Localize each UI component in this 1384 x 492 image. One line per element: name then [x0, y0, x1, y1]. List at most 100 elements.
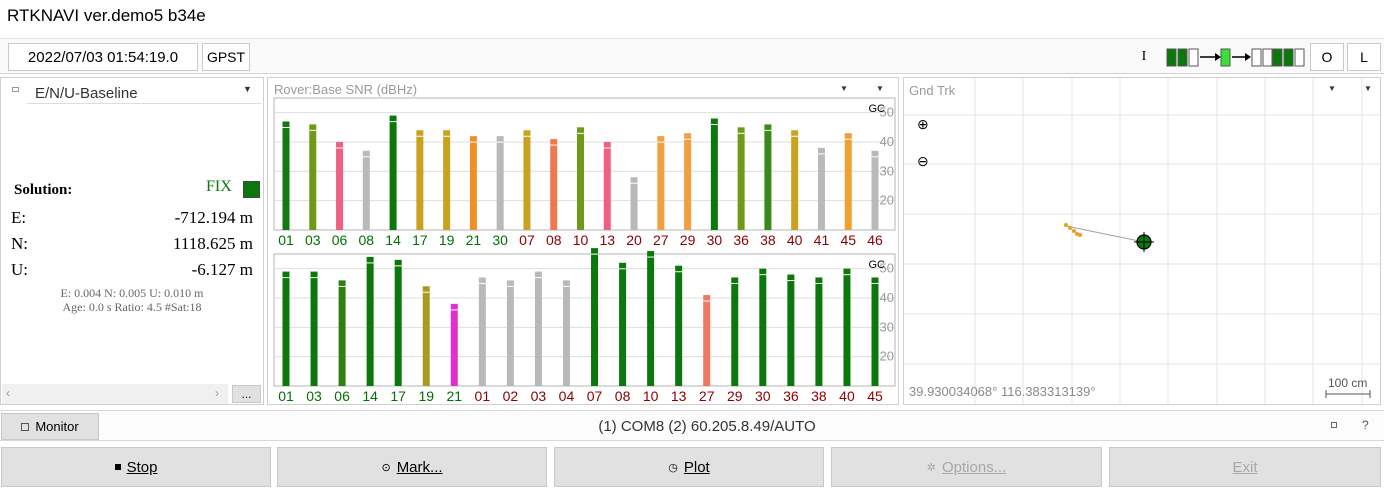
snr-bar	[562, 280, 570, 386]
snr-bar	[815, 277, 823, 386]
snr-bar	[630, 177, 638, 230]
snr-bar	[657, 136, 665, 230]
snr-sat-label: 45	[840, 232, 856, 248]
toolbar: 2022/07/03 01:54:19.0 GPST I O L	[0, 38, 1384, 74]
snr-bar	[478, 277, 486, 386]
stop-button[interactable]: Stop	[1, 447, 271, 487]
snr-sat-label: 21	[446, 388, 462, 404]
restore-icon[interactable]	[1331, 422, 1337, 428]
snr-bar	[710, 118, 718, 230]
snr-sat-label: 21	[466, 232, 482, 248]
solution-panel: E/N/U-Baseline ▼ Solution: FIX E: -712.1…	[0, 77, 264, 405]
zoom-out-icon[interactable]: ⊖	[917, 153, 929, 170]
display-mode-select[interactable]: E/N/U-Baseline ▼	[27, 80, 261, 104]
snr-sat-label: 07	[519, 232, 535, 248]
snr-sat-label: 30	[755, 388, 771, 404]
snr-sat-label: 10	[573, 232, 589, 248]
snr-bar	[603, 142, 611, 230]
snr-sat-label: 03	[306, 388, 322, 404]
snr-bar	[523, 130, 531, 230]
snr-sat-label: 13	[671, 388, 687, 404]
time-system-button[interactable]: GPST	[202, 43, 250, 71]
options-button[interactable]: ✲ Options...	[831, 447, 1102, 487]
up-value: -6.127 m	[191, 260, 253, 279]
snr-sat-label: 17	[412, 232, 428, 248]
snr-bar	[282, 271, 290, 386]
snr-bar	[647, 251, 655, 386]
ground-track-panel[interactable]: Gnd Trk ▼ ▼ ⊕ ⊖ 39.930034068° 116.383313…	[903, 77, 1382, 406]
connection-status: (1) COM8 (2) 60.205.8.49/AUTO	[598, 418, 816, 435]
ground-track-plot[interactable]	[904, 78, 1382, 406]
snr-bar	[759, 268, 767, 386]
snr-sat-label: 36	[783, 388, 799, 404]
track-coordinates: 39.930034068° 116.383313139°	[909, 384, 1096, 399]
input-stream-indicator[interactable]: I	[1127, 43, 1161, 71]
snr-bar	[619, 262, 627, 386]
more-button-label: ...	[241, 387, 252, 401]
exit-button-label: Exit	[1232, 458, 1258, 476]
snr-bar	[450, 303, 458, 386]
east-label: E:	[11, 208, 27, 227]
status-bar: Monitor (1) COM8 (2) 60.205.8.49/AUTO ?	[0, 410, 1384, 441]
track-points	[1064, 223, 1082, 237]
options-icon: ✲	[926, 461, 936, 474]
current-position-marker	[1134, 232, 1154, 252]
snr-sat-label: 27	[699, 388, 715, 404]
snr-bar	[737, 127, 745, 230]
datetime-text: 2022/07/03 01:54:19.0	[27, 48, 179, 66]
output-stream-button[interactable]: O	[1310, 43, 1344, 71]
fix-status-indicator	[243, 181, 260, 198]
snr-bar	[310, 271, 318, 386]
snr-bar	[591, 248, 599, 386]
fix-status-text: FIX	[206, 178, 232, 195]
snr-bar	[362, 150, 370, 230]
snr-bar	[550, 139, 558, 230]
scroll-left-icon[interactable]: ‹	[6, 386, 10, 400]
snr-sat-label: 19	[418, 388, 434, 404]
track-mode-dropdown-icon[interactable]: ▼	[1328, 84, 1336, 93]
up-label: U:	[11, 260, 28, 279]
snr-sat-label: 10	[643, 388, 659, 404]
snr-ytick-label: 40	[880, 290, 894, 305]
snr-bar	[506, 280, 514, 386]
snr-bar	[336, 142, 344, 230]
snr-bar	[764, 124, 772, 230]
help-button[interactable]: ?	[1362, 418, 1369, 432]
snr-sat-label: 01	[278, 388, 294, 404]
snr-bar	[338, 280, 346, 386]
snr-sat-label: 08	[615, 388, 631, 404]
snr-ytick-label: 30	[880, 319, 894, 334]
track-panel-title[interactable]: Gnd Trk	[909, 83, 955, 98]
solution-label: Solution:	[14, 182, 73, 198]
mark-button[interactable]: ⊙ Mark...	[277, 447, 547, 487]
options-button-label: Options...	[942, 458, 1007, 476]
track-option-dropdown-icon[interactable]: ▼	[1364, 84, 1372, 93]
snr-sat-label: 06	[332, 232, 348, 248]
snr-sat-label: 38	[760, 232, 776, 248]
exit-button[interactable]: Exit	[1109, 447, 1381, 487]
snr-bar	[496, 136, 504, 230]
snr-sat-label: 08	[546, 232, 562, 248]
zoom-in-icon[interactable]: ⊕	[917, 116, 929, 133]
snr-ytick-label: 20	[880, 349, 894, 364]
snr-ytick-label: 30	[880, 163, 894, 178]
snr-panel: Rover:Base SNR (dBHz) ▼ ▼ 20 30 40 50 GC 01 03…	[267, 77, 899, 405]
snr-bar	[703, 295, 711, 386]
snr-sat-label: 07	[587, 388, 603, 404]
snr-ytick-label: 20	[880, 193, 894, 208]
log-stream-button[interactable]: L	[1347, 43, 1381, 71]
north-value: 1118.625 m	[173, 234, 253, 253]
horizontal-scrollbar[interactable]: ‹ ›	[2, 384, 228, 404]
mark-button-label: Mark...	[396, 458, 443, 476]
panel-menu-icon[interactable]	[12, 87, 19, 92]
snr-sat-label: 40	[787, 232, 803, 248]
snr-ytick-label: 40	[880, 134, 894, 149]
plot-button[interactable]: ◷ Plot	[554, 447, 824, 487]
scroll-right-icon[interactable]: ›	[215, 386, 219, 400]
snr-bar	[416, 130, 424, 230]
more-button[interactable]: ...	[232, 385, 261, 403]
snr-bar	[731, 277, 739, 386]
snr-bar	[675, 265, 683, 386]
snr-bar	[389, 115, 397, 230]
plot-icon: ◷	[668, 461, 678, 474]
